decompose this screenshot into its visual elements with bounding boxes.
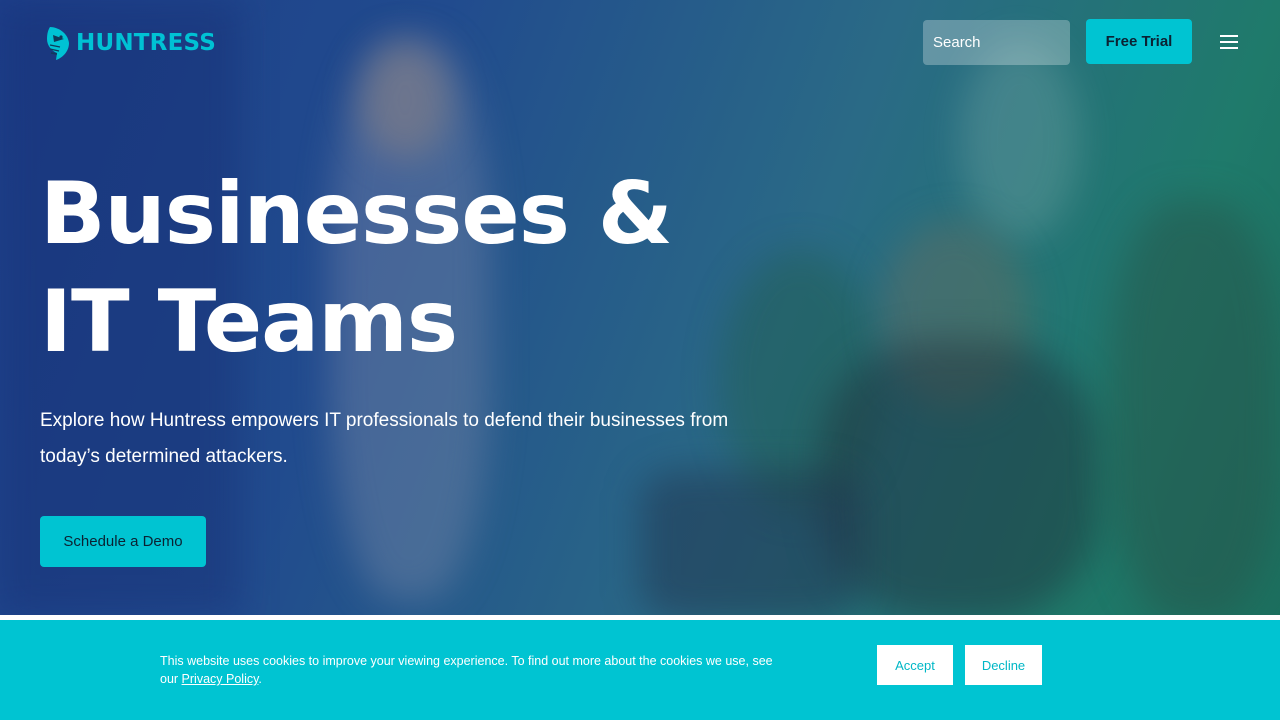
hero-headline-line-1: Businesses & [40,164,673,264]
decline-cookies-button[interactable]: Decline [965,645,1042,685]
free-trial-button[interactable]: Free Trial [1086,19,1192,64]
search-input[interactable] [923,20,1070,65]
hero-headline-line-2: IT Teams [40,272,458,372]
huntress-logo-icon [47,27,69,60]
hamburger-menu-icon[interactable] [1220,34,1240,50]
cookie-message: This website uses cookies to improve you… [160,652,780,688]
logo-text: HUNTRESS [76,30,216,56]
schedule-demo-button[interactable]: Schedule a Demo [40,516,206,567]
accept-cookies-button[interactable]: Accept [877,645,953,685]
site-header: HUNTRESS Free Trial [0,0,1280,85]
hero-description: Explore how Huntress empowers IT profess… [40,410,729,467]
page: HUNTRESS Free Trial Businesses & IT Team… [0,0,1280,720]
hero-section: HUNTRESS Free Trial Businesses & IT Team… [0,0,1280,615]
privacy-policy-link[interactable]: Privacy Policy [182,672,259,686]
hero-headline: Businesses & IT Teams [40,160,740,376]
cookie-message-end: . [258,672,262,686]
cookie-banner: This website uses cookies to improve you… [0,620,1280,720]
logo-link[interactable]: HUNTRESS [44,25,216,61]
